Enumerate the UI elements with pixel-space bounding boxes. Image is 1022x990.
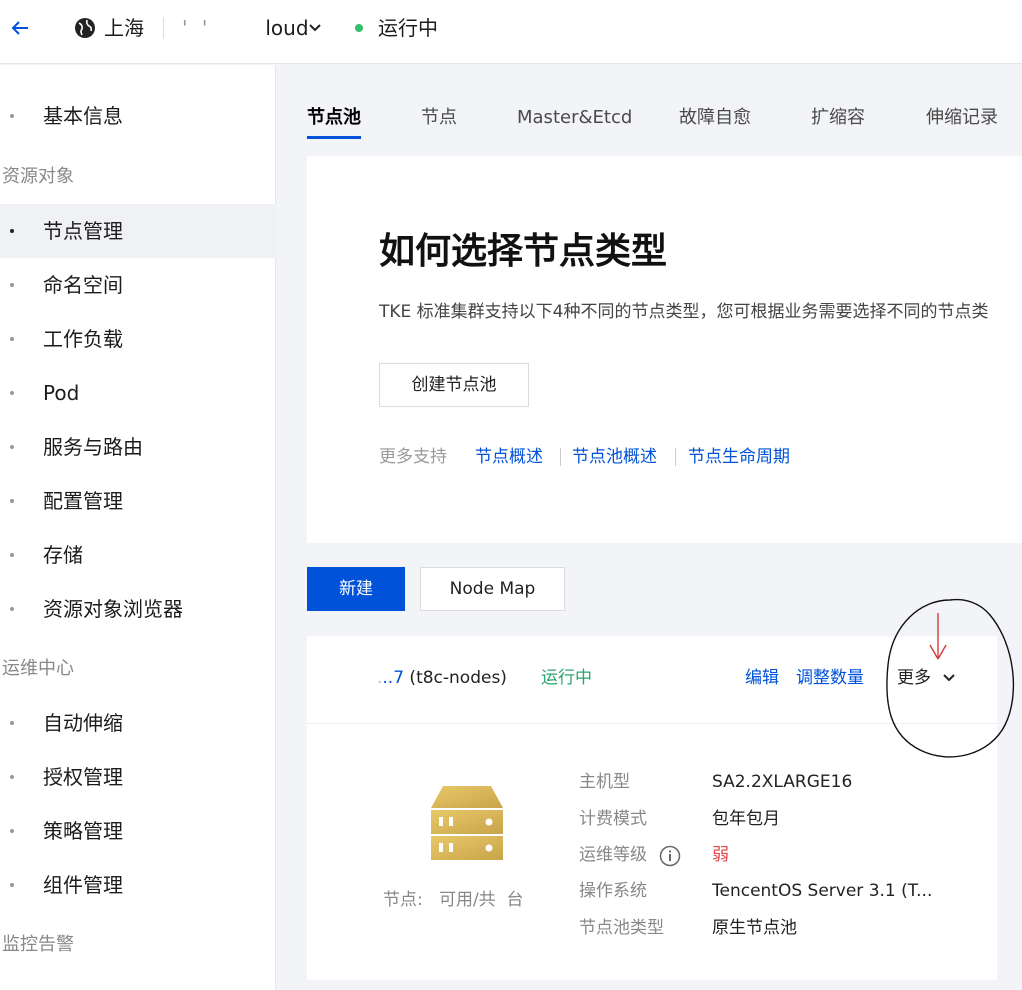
- bullet: [10, 114, 14, 118]
- sidebar-item-storage[interactable]: 存储: [0, 528, 276, 582]
- sidebar-item-resource-browser[interactable]: 资源对象浏览器: [0, 582, 276, 636]
- prop-label-pool-type: 节点池类型: [579, 918, 664, 938]
- cluster-selector[interactable]: ' ' loud: [182, 15, 309, 41]
- info-icon[interactable]: [659, 845, 681, 867]
- sidebar-item-label: 节点管理: [43, 219, 123, 243]
- server-icon: [431, 786, 503, 860]
- pool-id: ..7: [382, 668, 405, 688]
- bullet: [10, 721, 14, 725]
- status-dot: [355, 24, 363, 32]
- tab-bar: 节点池 节点 Master&Etcd 故障自愈 扩缩容 伸缩记录: [276, 65, 1022, 153]
- top-bar: 上海 ' ' loud 运行中: [0, 0, 1022, 64]
- bullet: [10, 337, 14, 341]
- sidebar-item-policy[interactable]: 策略管理: [0, 804, 276, 858]
- sidebar-item-autoscaling[interactable]: 自动伸缩: [0, 696, 276, 750]
- sidebar-item-label: 配置管理: [43, 489, 123, 513]
- node-pool-name[interactable]: ...7 (t8c-nodes): [377, 666, 507, 690]
- prop-value-pool-type: 原生节点池: [712, 918, 797, 938]
- sidebar-item-label: Pod: [43, 381, 80, 405]
- globe-icon: [75, 18, 95, 38]
- prop-label-ops-level: 运维等级: [579, 845, 647, 865]
- sidebar-item-label: 命名空间: [43, 273, 123, 297]
- bullet: [10, 553, 14, 557]
- node-count: 节点: 可用/共 台: [383, 890, 524, 910]
- link-node-overview[interactable]: 节点概述: [475, 445, 543, 469]
- cluster-status: 运行中: [378, 16, 438, 40]
- sidebar-item-authorization[interactable]: 授权管理: [0, 750, 276, 804]
- prop-value-billing: 包年包月: [712, 809, 780, 829]
- pool-name-suffix: (t8c-nodes): [404, 668, 507, 688]
- node-type-guide-card: 如何选择节点类型 TKE 标准集群支持以下4种不同的节点类型，您可根据业务需要选…: [307, 156, 1022, 543]
- sidebar-group-ops: 运维中心: [2, 658, 74, 679]
- tab-master-etcd[interactable]: Master&Etcd: [517, 105, 632, 131]
- cluster-name-mask: ' ': [182, 16, 212, 40]
- prop-label-instance-type: 主机型: [579, 772, 630, 792]
- sidebar-item-namespace[interactable]: 命名空间: [0, 258, 276, 312]
- sidebar: 基本信息 资源对象 节点管理 命名空间 工作负载 Pod 服务与路由 配置管理 …: [0, 65, 276, 990]
- sidebar-item-label: 存储: [43, 543, 83, 567]
- sidebar-item-workload[interactable]: 工作负载: [0, 312, 276, 366]
- prop-label-billing: 计费模式: [579, 809, 647, 829]
- bullet: [10, 391, 14, 395]
- guide-description: TKE 标准集群支持以下4种不同的节点类型，您可根据业务需要选择不同的节点类: [379, 302, 989, 322]
- bullet: [10, 445, 14, 449]
- sidebar-item-node-management[interactable]: 节点管理: [0, 204, 276, 258]
- sidebar-item-label: 策略管理: [43, 819, 123, 843]
- prop-value-ops-level: 弱: [712, 845, 729, 865]
- node-map-button[interactable]: Node Map: [420, 567, 565, 611]
- bullet: [10, 499, 14, 503]
- tab-scaling[interactable]: 扩缩容: [811, 105, 865, 131]
- node-pool-header: ...7 (t8c-nodes) 运行中 编辑 调整数量 更多: [307, 636, 997, 724]
- prop-label-os: 操作系统: [579, 881, 647, 901]
- prop-value-instance-type: SA2.2XLARGE16: [712, 772, 853, 792]
- bullet: [10, 775, 14, 779]
- sidebar-item-label: 自动伸缩: [43, 711, 123, 735]
- sidebar-item-label: 资源对象浏览器: [43, 597, 183, 621]
- region-selector[interactable]: 上海: [104, 15, 144, 41]
- link-divider: [675, 448, 676, 466]
- sidebar-item-config[interactable]: 配置管理: [0, 474, 276, 528]
- bullet: [10, 607, 14, 611]
- link-node-pool-overview[interactable]: 节点池概述: [572, 445, 657, 469]
- link-divider: [560, 448, 561, 466]
- sidebar-group-monitoring: 监控告警: [2, 934, 74, 955]
- active-tab-indicator: [307, 136, 361, 139]
- tab-scaling-records[interactable]: 伸缩记录: [926, 105, 998, 131]
- chevron-down-icon[interactable]: [943, 673, 955, 683]
- new-button[interactable]: 新建: [307, 567, 405, 611]
- divider: [163, 17, 164, 39]
- sidebar-item-service-routing[interactable]: 服务与路由: [0, 420, 276, 474]
- more-support-label: 更多支持: [379, 447, 447, 467]
- edit-link[interactable]: 编辑: [745, 666, 779, 690]
- cluster-name: loud: [265, 16, 309, 40]
- adjust-count-link[interactable]: 调整数量: [796, 666, 864, 690]
- tab-self-healing[interactable]: 故障自愈: [679, 105, 751, 131]
- node-pool-status: 运行中: [541, 668, 592, 688]
- prop-value-os: TencentOS Server 3.1 (T...: [712, 881, 933, 901]
- sidebar-item-label: 组件管理: [43, 873, 123, 897]
- bullet: [10, 229, 14, 233]
- create-node-pool-button[interactable]: 创建节点池: [379, 363, 529, 407]
- sidebar-item-pod[interactable]: Pod: [0, 366, 276, 420]
- sidebar-group-resources: 资源对象: [2, 166, 74, 187]
- tab-node-pool[interactable]: 节点池: [307, 105, 361, 131]
- back-arrow-icon[interactable]: [6, 14, 34, 42]
- sidebar-item-label: 工作负载: [43, 327, 123, 351]
- sidebar-item-basic-info[interactable]: 基本信息: [0, 89, 276, 143]
- chevron-down-icon[interactable]: [308, 22, 322, 34]
- node-pool-card: ...7 (t8c-nodes) 运行中 编辑 调整数量 更多 节点: 可用/共…: [307, 636, 997, 980]
- guide-title: 如何选择节点类型: [379, 231, 668, 272]
- link-node-lifecycle[interactable]: 节点生命周期: [688, 445, 790, 469]
- more-dropdown[interactable]: 更多: [897, 666, 931, 690]
- bullet: [10, 883, 14, 887]
- bullet: [10, 283, 14, 287]
- sidebar-item-label: 服务与路由: [43, 435, 143, 459]
- bullet: [10, 829, 14, 833]
- sidebar-item-label: 授权管理: [43, 765, 123, 789]
- tab-nodes[interactable]: 节点: [421, 105, 457, 131]
- sidebar-item-components[interactable]: 组件管理: [0, 858, 276, 912]
- sidebar-item-label: 基本信息: [43, 104, 123, 128]
